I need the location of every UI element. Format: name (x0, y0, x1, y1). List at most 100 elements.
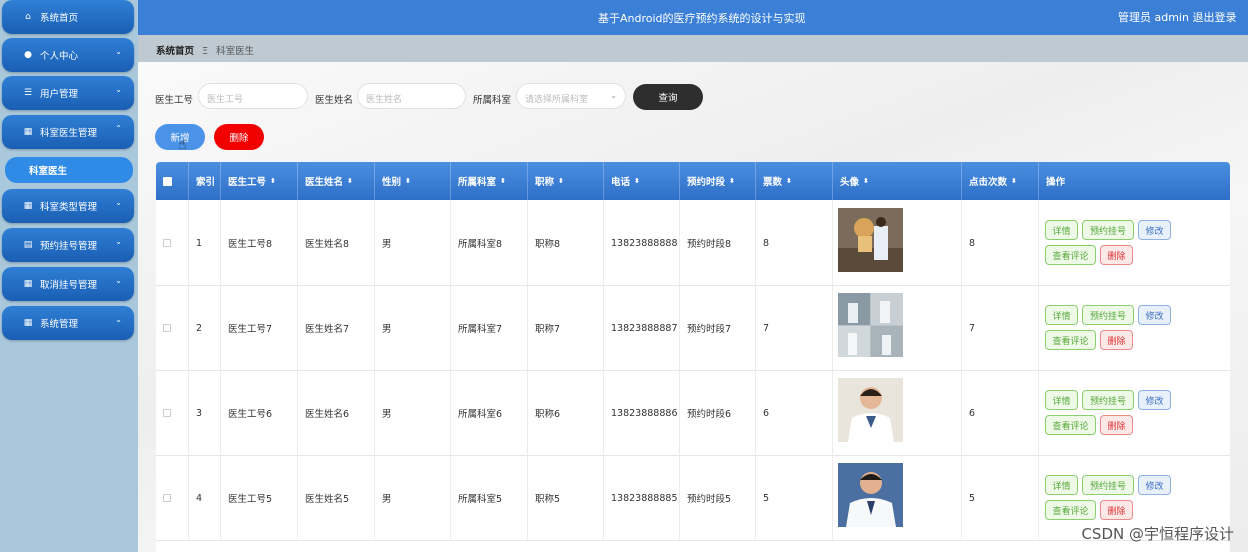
detail-button[interactable]: 详情 (1045, 220, 1078, 240)
delete-button[interactable]: 删除 (214, 124, 264, 150)
sidebar-item-2[interactable]: ☰ 用户管理 ⌄ (2, 76, 134, 110)
column-header-4[interactable]: 所属科室 ⬍ (450, 162, 527, 200)
department-select[interactable]: 请选择所属科室 ⌄ (516, 83, 626, 109)
row-checkbox[interactable] (163, 239, 171, 247)
column-header-3[interactable]: 性别 ⬍ (374, 162, 450, 200)
detail-button[interactable]: 详情 (1045, 390, 1078, 410)
delete-button[interactable]: 删除 (1100, 415, 1133, 435)
cell-name: 医生姓名7 (297, 285, 374, 371)
review-button[interactable]: 查看评论 (1045, 245, 1096, 265)
book-button[interactable]: 预约挂号 (1082, 475, 1134, 495)
sidebar-item-7[interactable]: ▦ 系统管理 ⌄ (2, 306, 134, 340)
column-header-label: 预约时段 (687, 177, 726, 188)
sidebar-item-label: 用户管理 (40, 89, 79, 100)
cell-index: 2 (188, 285, 220, 371)
sort-icon[interactable]: ⬍ (347, 177, 353, 185)
chevron-icon: ⌄ (115, 276, 122, 285)
delete-button[interactable]: 删除 (1100, 500, 1133, 520)
chevron-icon: ⌄ (115, 237, 122, 246)
sidebar-item-5[interactable]: ▤ 预约挂号管理 ⌄ (2, 228, 134, 262)
watermark: CSDN @宇恒程序设计 (1081, 525, 1234, 543)
row-checkbox[interactable] (163, 409, 171, 417)
column-header-label: 职称 (535, 177, 555, 188)
cell-tickets: 6 (755, 370, 832, 456)
cell-title: 职称5 (527, 455, 603, 541)
detail-button[interactable]: 详情 (1045, 475, 1078, 495)
review-button[interactable]: 查看评论 (1045, 415, 1096, 435)
sort-icon[interactable]: ⬍ (270, 177, 276, 185)
detail-button[interactable]: 详情 (1045, 305, 1078, 325)
sort-icon[interactable]: ⬍ (558, 177, 564, 185)
column-header-label: 点击次数 (969, 177, 1008, 188)
submenu-item-doctor[interactable]: 科室医生 (5, 157, 133, 183)
doctor-avatar[interactable] (838, 208, 903, 272)
table-row: 1 医生工号8 医生姓名8 男所属科室8 职称8 13823888888 预约时段8 8 8 详情… (156, 200, 1230, 286)
cell-code: 医生工号7 (220, 285, 297, 371)
column-header-7[interactable]: 预约时段 ⬍ (679, 162, 755, 200)
doctor-name-input[interactable]: 医生姓名 (357, 83, 466, 109)
cell-title: 职称8 (527, 200, 603, 286)
select-all-checkbox[interactable] (163, 177, 172, 186)
cell-phone: 13823888886 (603, 370, 679, 456)
column-header-11[interactable]: 操作 (1038, 162, 1230, 200)
column-header-6[interactable]: 电话 ⬍ (603, 162, 679, 200)
sidebar-item-0[interactable]: ⌂ 系统首页 (2, 0, 134, 34)
cell-phone: 13823888888 (603, 200, 679, 286)
book-button[interactable]: 预约挂号 (1082, 390, 1134, 410)
doctor-avatar[interactable] (838, 378, 903, 442)
sort-icon[interactable]: ⬍ (863, 177, 869, 185)
cell-name: 医生姓名5 (297, 455, 374, 541)
breadcrumb-home[interactable]: 系统首页 (156, 46, 194, 57)
sort-icon[interactable]: ⬍ (634, 177, 640, 185)
book-button[interactable]: 预约挂号 (1082, 220, 1134, 240)
sidebar-item-label: 科室类型管理 (40, 202, 98, 213)
row-checkbox[interactable] (163, 324, 171, 332)
cell-name: 医生姓名6 (297, 370, 374, 456)
query-button[interactable]: 查询 (633, 84, 703, 110)
cell-gender: 男 (374, 455, 450, 541)
edit-button[interactable]: 修改 (1138, 475, 1171, 495)
sidebar-item-3[interactable]: ▦ 科室医生管理 ⌃ (2, 115, 134, 149)
delete-button[interactable]: 删除 (1100, 330, 1133, 350)
cell-gender: 男 (374, 370, 450, 456)
sidebar-item-4[interactable]: ▦ 科室类型管理 ⌄ (2, 189, 134, 223)
sidebar: ⌂ 系统首页 ● 个人中心 ⌄ ☰ 用户管理 ⌄ ▦ 科室医生管理 ⌃ ▦ 科室类型管理 ⌄ ▤ 预约挂号管理… (0, 0, 138, 552)
column-header-2[interactable]: 医生姓名 ⬍ (297, 162, 374, 200)
delete-button[interactable]: 删除 (1100, 245, 1133, 265)
doctor-avatar[interactable] (838, 463, 903, 527)
grid-icon: ▦ (23, 201, 33, 211)
column-header-10[interactable]: 点击次数 ⬍ (961, 162, 1038, 200)
sidebar-item-6[interactable]: ▦ 取消挂号管理 ⌄ (2, 267, 134, 301)
column-header-5[interactable]: 职称 ⬍ (527, 162, 603, 200)
row-checkbox[interactable] (163, 494, 171, 502)
column-header-9[interactable]: 头像 ⬍ (832, 162, 961, 200)
edit-button[interactable]: 修改 (1138, 305, 1171, 325)
doctor-code-label: 医生工号 (155, 95, 194, 106)
cell-dept: 所属科室7 (450, 285, 527, 371)
edit-button[interactable]: 修改 (1138, 390, 1171, 410)
cell-slot: 预约时段6 (679, 370, 755, 456)
edit-button[interactable]: 修改 (1138, 220, 1171, 240)
chevron-icon: ⌃ (115, 124, 122, 133)
column-header-0[interactable]: 索引 (188, 162, 220, 200)
column-header-8[interactable]: 票数 ⬍ (755, 162, 832, 200)
sort-icon[interactable]: ⬍ (500, 177, 506, 185)
doctor-avatar[interactable] (838, 293, 903, 357)
book-button[interactable]: 预约挂号 (1082, 305, 1134, 325)
doctor-code-input[interactable]: 医生工号 (198, 83, 308, 109)
admin-logout[interactable]: 管理员 admin 退出登录 (1118, 9, 1238, 25)
sort-icon[interactable]: ⬍ (405, 177, 411, 185)
sort-icon[interactable]: ⬍ (1011, 177, 1017, 185)
review-button[interactable]: 查看评论 (1045, 330, 1096, 350)
column-header-1[interactable]: 医生工号 ⬍ (220, 162, 297, 200)
home-icon: ⌂ (25, 12, 31, 22)
review-button[interactable]: 查看评论 (1045, 500, 1096, 520)
sort-icon[interactable]: ⬍ (729, 177, 735, 185)
sidebar-item-label: 预约挂号管理 (40, 241, 98, 252)
sidebar-item-1[interactable]: ● 个人中心 ⌄ (2, 38, 134, 72)
sort-icon[interactable]: ⬍ (786, 177, 792, 185)
chevron-icon: ⌄ (115, 198, 122, 207)
cell-gender: 男 (374, 200, 450, 286)
app-title: 基于Android的医疗预约系统的设计与实现 (598, 12, 806, 25)
doctor-name-label: 医生姓名 (315, 95, 354, 106)
